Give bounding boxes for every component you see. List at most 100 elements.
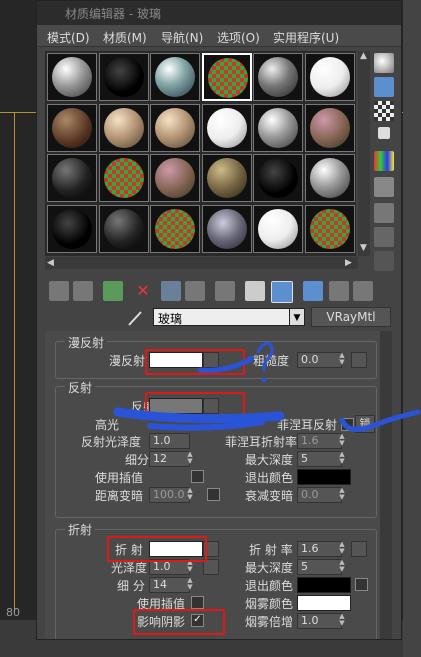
building-sphere-slot[interactable]	[201, 204, 252, 253]
go-forward-sibling-icon[interactable]	[353, 281, 373, 301]
reflect-glossiness-spinner[interactable]: 1.0	[149, 433, 190, 449]
glass-sphere-slot[interactable]	[150, 53, 200, 101]
put-to-scene-icon[interactable]	[73, 281, 93, 301]
sample-type-icon[interactable]	[374, 53, 394, 73]
refract-exit-color-checkbox[interactable]	[355, 578, 368, 591]
gray-sphere-slot[interactable]	[253, 103, 303, 152]
metal-sphere-slot[interactable]	[253, 53, 303, 101]
spinner-arrows-icon[interactable]: ▲ ▼	[338, 613, 346, 627]
backlight-icon[interactable]	[374, 77, 394, 97]
white-sphere-slot[interactable]	[253, 204, 303, 253]
chevron-down-icon[interactable]: ▼	[289, 308, 305, 326]
annotation-red-box	[133, 609, 225, 635]
spinner-arrows-icon[interactable]: ▲ ▼	[338, 451, 346, 465]
checker-sphere-slot[interactable]	[304, 204, 355, 253]
scroll-right-icon[interactable]: ▶	[345, 258, 352, 268]
video-color-check-icon[interactable]	[374, 151, 394, 171]
background-icon[interactable]	[374, 101, 394, 121]
fresnel-ior-spinner[interactable]: 1.6	[297, 433, 342, 449]
refract-interp-checkbox[interactable]	[191, 596, 204, 609]
title-bar[interactable]: 材质编辑器 - 玻璃	[37, 1, 401, 25]
fresnel-checkbox[interactable]	[341, 418, 354, 431]
select-by-material-icon[interactable]	[374, 227, 394, 247]
get-material-icon[interactable]	[49, 281, 69, 301]
material-id-channel-icon[interactable]	[245, 281, 265, 301]
roughness-spinner[interactable]: 0.0	[297, 352, 342, 368]
dim-distance-label: 距离变暗	[95, 489, 144, 503]
menu-options[interactable]: 选项(O)	[217, 29, 260, 46]
dim-distance-spinner[interactable]: 100.0	[149, 487, 190, 503]
ior-spinner[interactable]: 1.6	[297, 541, 342, 557]
parameters-scrollbar[interactable]	[380, 331, 392, 639]
stone-sphere-slot[interactable]	[304, 103, 355, 152]
dim-falloff-spinner[interactable]: 0.0	[297, 487, 342, 503]
lock-button[interactable]: 锁	[355, 415, 375, 433]
spinner-arrows-icon[interactable]: ▲ ▼	[186, 487, 194, 501]
beige-sphere-slot[interactable]	[150, 103, 200, 152]
eyedropper-icon[interactable]	[127, 309, 143, 327]
spinner-arrows-icon[interactable]: ▲ ▼	[338, 541, 346, 555]
diffuse-label: 漫反射	[109, 354, 146, 368]
reset-map-icon[interactable]: ✕	[133, 281, 153, 301]
reflect-interp-checkbox[interactable]	[191, 470, 204, 483]
show-end-result-icon[interactable]	[303, 281, 323, 301]
make-unique-icon[interactable]	[185, 281, 205, 301]
gray-sphere-slot[interactable]	[47, 53, 97, 101]
reflect-exit-color-swatch[interactable]	[297, 469, 351, 485]
assign-material-icon[interactable]	[103, 281, 123, 301]
checker-sphere-slot[interactable]	[98, 154, 149, 202]
scroll-left-icon[interactable]: ◀	[47, 258, 54, 268]
put-to-library-icon[interactable]	[215, 281, 235, 301]
roughness-map-button[interactable]	[351, 352, 367, 368]
spinner-arrows-icon[interactable]: ▲ ▼	[186, 451, 194, 465]
scroll-up-icon[interactable]: ▲	[360, 51, 367, 61]
ior-map-button[interactable]	[351, 541, 367, 557]
checker-sphere-slot[interactable]	[201, 53, 252, 101]
material-type-button[interactable]: VRayMtl	[311, 307, 391, 327]
spinner-arrows-icon[interactable]: ▲ ▼	[338, 487, 346, 501]
menu-mode[interactable]: 模式(D)	[47, 29, 90, 46]
reflect-subdivs-spinner[interactable]: 12	[149, 451, 190, 467]
scroll-down-icon[interactable]: ▼	[360, 243, 367, 253]
material-map-navigator-icon[interactable]	[374, 251, 394, 271]
make-preview-icon[interactable]	[374, 177, 394, 197]
frame-number: 80	[6, 606, 20, 619]
go-to-parent-icon[interactable]	[329, 281, 349, 301]
spinner-arrows-icon[interactable]: ▲ ▼	[186, 577, 194, 591]
spinner-arrows-icon[interactable]: ▲ ▼	[338, 559, 346, 573]
menu-material[interactable]: 材质(M)	[103, 29, 147, 46]
spinner-arrows-icon[interactable]: ▲ ▼	[338, 352, 346, 366]
copy-material-icon[interactable]	[161, 281, 181, 301]
black-sphere-slot[interactable]	[98, 53, 149, 101]
wood-sphere-slot[interactable]	[47, 103, 97, 152]
material-name-field[interactable]: 玻璃	[153, 308, 303, 326]
spinner-arrows-icon[interactable]: ▲ ▼	[338, 433, 346, 447]
dim-distance-checkbox[interactable]	[207, 488, 220, 501]
show-shaded-map-icon[interactable]	[271, 281, 293, 303]
gray-sphere-slot[interactable]	[304, 154, 355, 202]
dark-sphere-slot[interactable]	[47, 154, 97, 202]
refract-max-depth-spinner[interactable]: 5	[297, 559, 342, 575]
white-sphere-slot[interactable]	[201, 103, 252, 152]
refract-subdivs-spinner[interactable]: 14	[149, 577, 190, 593]
checker-sphere-slot[interactable]	[150, 204, 200, 253]
menu-utilities[interactable]: 实用程序(U)	[273, 29, 339, 46]
sphere-preview-icon	[103, 158, 144, 198]
dark-sphere-slot[interactable]	[98, 204, 149, 253]
black-sphere-slot[interactable]	[47, 204, 97, 253]
refract-exit-color-swatch[interactable]	[297, 577, 351, 593]
fresnel-ior-label: 菲涅耳折射率	[225, 435, 298, 449]
stone-sphere-slot[interactable]	[150, 154, 200, 202]
options-icon[interactable]	[374, 203, 394, 223]
slots-horizontal-scrollbar[interactable]: ◀ ▶	[45, 257, 358, 269]
slots-vertical-scrollbar[interactable]: ▲ ▼	[358, 51, 370, 256]
white-sphere-slot[interactable]	[304, 53, 355, 101]
fog-multiplier-spinner[interactable]: 1.0	[297, 613, 342, 629]
fog-color-swatch[interactable]	[297, 595, 351, 611]
sample-uv-icon[interactable]	[378, 127, 390, 139]
brass-sphere-slot[interactable]	[201, 154, 252, 202]
black-sphere-slot[interactable]	[253, 154, 303, 202]
beige-sphere-slot[interactable]	[98, 103, 149, 152]
reflect-max-depth-spinner[interactable]: 5	[297, 451, 342, 467]
menu-navigation[interactable]: 导航(N)	[161, 29, 203, 46]
